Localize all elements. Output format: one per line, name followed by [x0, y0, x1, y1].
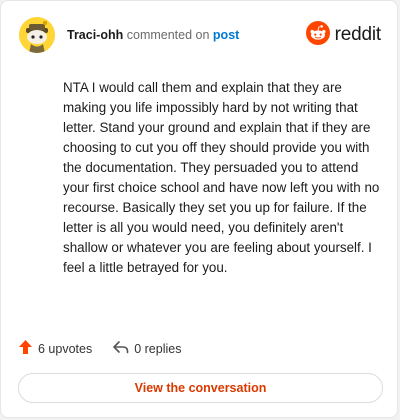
comment-body: NTA I would call them and explain that t…	[63, 80, 380, 275]
upvotes-label: 6 upvotes	[38, 341, 93, 356]
username-link[interactable]: Traci-ohh	[67, 28, 123, 42]
replies-stat[interactable]: 0 replies	[112, 340, 181, 357]
snoo-avatar-icon[interactable]	[19, 17, 55, 53]
reply-arrow-icon	[112, 340, 129, 357]
comment-byline: Traci-ohh commented on post	[67, 28, 239, 42]
comment-stats: 6 upvotes 0 replies	[18, 339, 181, 358]
upvote-arrow-icon	[18, 339, 33, 358]
brand-wordmark: reddit	[334, 24, 382, 45]
comment-header: Traci-ohh commented on post reddit	[19, 15, 381, 55]
brand-logo[interactable]: reddit	[305, 20, 382, 50]
upvotes-stat[interactable]: 6 upvotes	[18, 339, 92, 358]
comment-card: Traci-ohh commented on post reddit NTA I…	[0, 0, 398, 418]
view-conversation-button[interactable]: View the conversation	[18, 373, 383, 403]
post-link[interactable]: post	[213, 28, 239, 42]
action-text: commented on	[126, 28, 210, 42]
replies-label: 0 replies	[134, 341, 182, 356]
reddit-logo-icon	[305, 20, 330, 50]
